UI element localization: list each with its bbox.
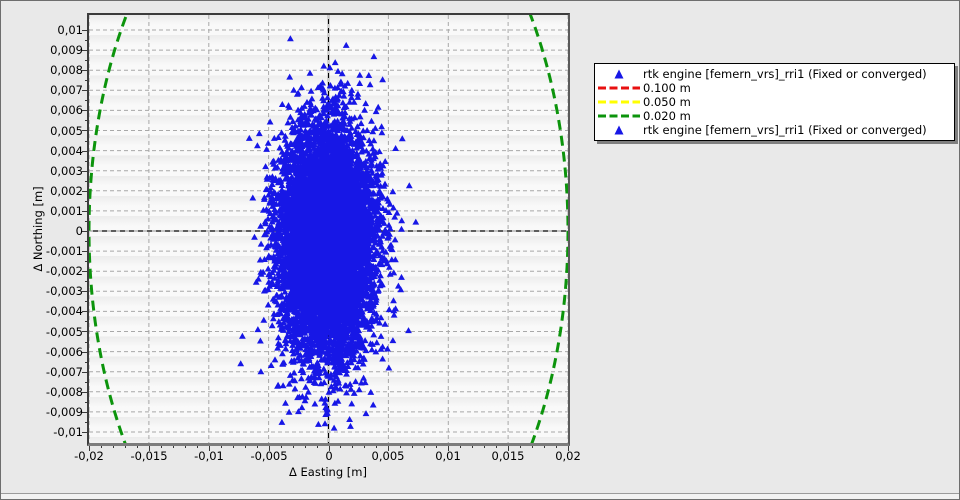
scatter-chart-panel: 0,01 0,009 0,008 0,007 0,006 0,005 0,004 0,003 0… (0, 0, 960, 500)
tick-mark (161, 446, 162, 448)
tick-mark (85, 261, 87, 262)
tick-mark (197, 446, 198, 448)
tick-mark (233, 446, 234, 448)
x-tick-label: 0,015 (491, 449, 525, 463)
y-tick-label: 0,003 (50, 164, 83, 178)
tick-mark (293, 446, 294, 448)
tick-mark (281, 446, 282, 448)
tick-mark (85, 141, 87, 142)
tick-mark (376, 446, 377, 448)
y-tick-label: -0,008 (45, 385, 83, 399)
tick-mark (305, 446, 306, 448)
tick-mark (340, 446, 341, 448)
x-tick-label: -0,005 (250, 449, 288, 463)
tick-mark (85, 422, 87, 423)
tick-mark (85, 40, 87, 41)
legend-item-label: 0.050 m (643, 95, 691, 109)
tick-mark (520, 446, 521, 448)
tick-mark (85, 161, 87, 162)
x-tick-label: 0 (325, 449, 333, 463)
tick-mark (85, 362, 87, 363)
tick-mark (245, 446, 246, 448)
tick-mark (85, 181, 87, 182)
legend-item: rtk engine [femern_vrs]_rri1 (Fixed or c… (595, 67, 954, 81)
tick-mark (85, 382, 87, 383)
tick-mark (173, 446, 174, 448)
tick-mark (364, 446, 365, 448)
x-tick-label: 0,02 (555, 449, 581, 463)
tick-mark (85, 281, 87, 282)
legend-triangle-marker-icon (614, 125, 624, 135)
plot-canvas (89, 15, 568, 443)
y-tick-label: -0,009 (45, 405, 83, 419)
legend-item: 0.050 m (595, 95, 954, 109)
tick-mark (221, 446, 222, 448)
legend-item-label: rtk engine [femern_vrs]_rri1 (Fixed or c… (643, 67, 927, 81)
tick-mark (85, 60, 87, 61)
y-tick-label: 0,004 (50, 144, 83, 158)
tick-mark (85, 80, 87, 81)
tick-mark (436, 446, 437, 448)
tick-mark (85, 120, 87, 121)
tick-mark (185, 446, 186, 448)
legend-triangle-marker-icon (614, 69, 624, 79)
y-tick-label: 0,005 (50, 124, 83, 138)
y-axis-title: Δ Northing [m] (31, 186, 45, 272)
tick-mark (113, 446, 114, 448)
y-tick-label: 0,006 (50, 103, 83, 117)
x-axis-title: Δ Easting [m] (289, 465, 367, 479)
legend-item-label: 0.100 m (643, 81, 691, 95)
x-tick-label: -0,02 (74, 449, 104, 463)
tick-mark (484, 446, 485, 448)
x-tick-label: -0,015 (130, 449, 168, 463)
legend-item: rtk engine [femern_vrs]_rri1 (Fixed or c… (595, 123, 954, 137)
tick-mark (400, 446, 401, 448)
tick-mark (424, 446, 425, 448)
tick-mark (556, 446, 557, 448)
legend-item: 0.100 m (595, 81, 954, 95)
tick-mark (544, 446, 545, 448)
panel-footer-area (1, 494, 959, 499)
legend-dash-line-icon (598, 114, 640, 118)
legend-item-label: rtk engine [femern_vrs]_rri1 (Fixed or c… (643, 123, 927, 137)
tick-mark (137, 446, 138, 448)
tick-mark (460, 446, 461, 448)
y-tick-label: -0,006 (45, 345, 83, 359)
legend: rtk engine [femern_vrs]_rri1 (Fixed or c… (594, 63, 955, 141)
y-tick-label: -0,005 (45, 325, 83, 339)
tick-mark (85, 221, 87, 222)
y-tick-label: -0,003 (45, 284, 83, 298)
y-tick-label: 0,007 (50, 83, 83, 97)
tick-mark (412, 446, 413, 448)
tick-mark (352, 446, 353, 448)
tick-mark (85, 321, 87, 322)
tick-mark (101, 446, 102, 448)
plot-area (87, 13, 570, 446)
y-tick-label: 0,008 (50, 63, 83, 77)
x-tick-label: -0,01 (194, 449, 224, 463)
tick-mark (85, 100, 87, 101)
tick-mark (472, 446, 473, 448)
x-tick-label: 0,01 (435, 449, 461, 463)
legend-dash-line-icon (598, 86, 640, 90)
tick-mark (532, 446, 533, 448)
tick-mark (85, 301, 87, 302)
y-tick-label: -0,004 (45, 304, 83, 318)
y-tick-label: 0,01 (57, 23, 83, 37)
legend-item-label: 0.020 m (643, 109, 691, 123)
y-tick-label: -0,01 (53, 425, 83, 439)
tick-mark (85, 241, 87, 242)
legend-item: 0.020 m (595, 109, 954, 123)
tick-mark (85, 402, 87, 403)
tick-mark (85, 342, 87, 343)
tick-mark (317, 446, 318, 448)
tick-mark (85, 201, 87, 202)
tick-mark (496, 446, 497, 448)
x-tick-label: 0,005 (371, 449, 405, 463)
y-tick-label: -0,007 (45, 365, 83, 379)
tick-mark (257, 446, 258, 448)
tick-mark (125, 446, 126, 448)
y-tick-label: 0,009 (50, 43, 83, 57)
legend-dash-line-icon (598, 100, 640, 104)
